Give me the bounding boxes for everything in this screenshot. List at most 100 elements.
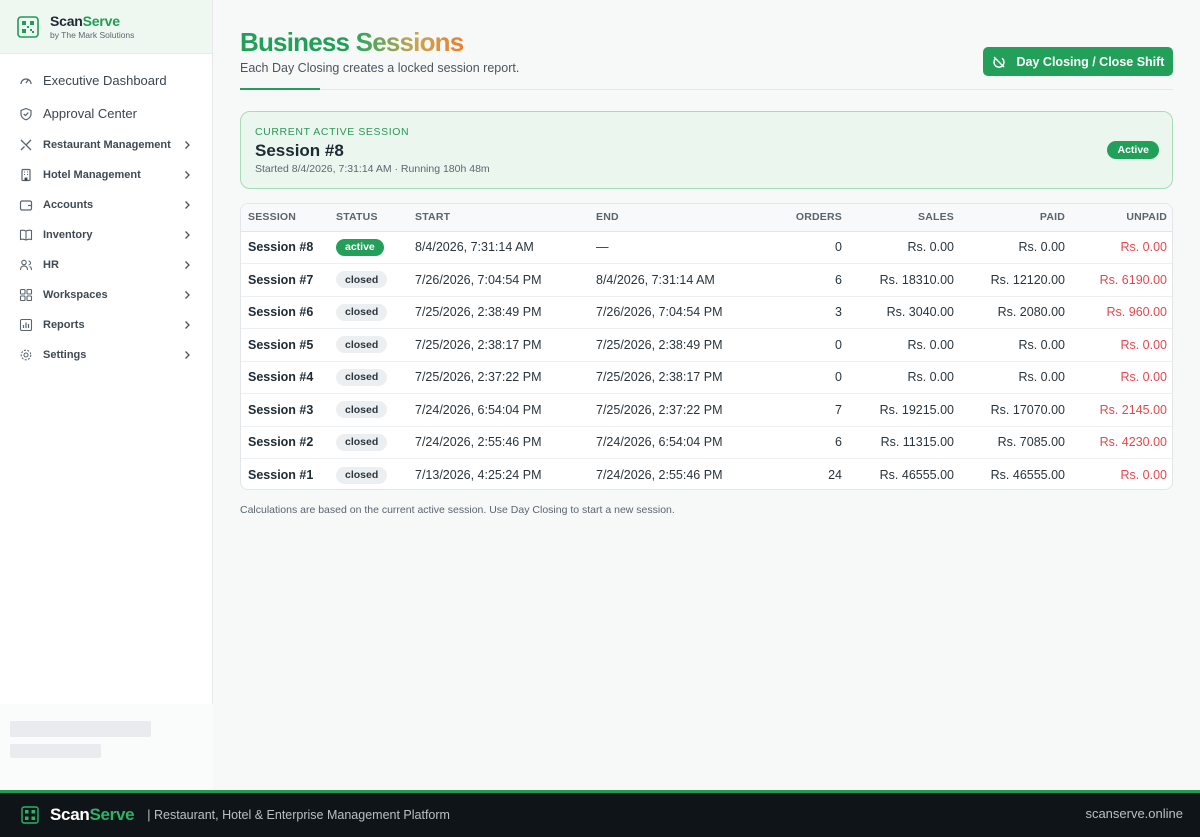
table-row[interactable]: Session #1 closed 7/13/2026, 4:25:24 PM 7/2… bbox=[241, 459, 1172, 490]
status-cell: active bbox=[336, 231, 415, 264]
column-header-end[interactable]: END bbox=[596, 204, 772, 232]
status-cell: closed bbox=[336, 393, 415, 427]
sales-cell: Rs. 11315.00 bbox=[842, 426, 954, 459]
utensils-icon bbox=[20, 139, 32, 151]
start-cell: 7/25/2026, 2:38:49 PM bbox=[415, 296, 596, 329]
sidebar-item-reports[interactable]: Reports bbox=[0, 310, 212, 340]
sidebar-item-hotel-management[interactable]: Hotel Management bbox=[0, 160, 212, 190]
start-cell: 7/25/2026, 2:38:17 PM bbox=[415, 328, 596, 362]
column-header-status[interactable]: STATUS bbox=[336, 204, 415, 232]
chevron-right-icon bbox=[185, 231, 190, 239]
sidebar-item-label: Workspaces bbox=[43, 289, 108, 301]
start-cell: 8/4/2026, 7:31:14 AM bbox=[415, 231, 596, 264]
end-cell: 7/25/2026, 2:38:49 PM bbox=[596, 328, 772, 362]
session-name-cell: Session #1 bbox=[248, 468, 314, 482]
orders-cell: 6 bbox=[772, 426, 842, 459]
sidebar-nav: Executive Dashboard Approval Center Rest… bbox=[0, 54, 212, 370]
power-off-icon bbox=[992, 56, 1005, 68]
sidebar-item-executive-dashboard[interactable]: Executive Dashboard bbox=[0, 64, 212, 97]
table-row[interactable]: Session #6 closed 7/25/2026, 2:38:49 PM 7/2… bbox=[241, 296, 1172, 329]
column-header-paid[interactable]: PAID bbox=[954, 204, 1065, 232]
sidebar-item-approval-center[interactable]: Approval Center bbox=[0, 97, 212, 130]
status-badge: closed bbox=[336, 466, 388, 484]
sidebar-item-label: Accounts bbox=[43, 199, 94, 211]
sidebar-item-settings[interactable]: Settings bbox=[0, 340, 212, 370]
chevron-right-icon bbox=[185, 321, 190, 329]
sidebar-item-label: HR bbox=[43, 259, 59, 271]
table-row[interactable]: Session #4 closed 7/25/2026, 2:37:22 PM 7/2… bbox=[241, 361, 1172, 394]
paid-cell: Rs. 0.00 bbox=[954, 328, 1065, 362]
column-header-start[interactable]: START bbox=[415, 204, 596, 232]
column-header-session[interactable]: SESSION bbox=[241, 204, 336, 232]
brand[interactable]: ScanServe by The Mark Solutions bbox=[0, 0, 212, 54]
status-cell: closed bbox=[336, 361, 415, 394]
title-accent-bar bbox=[240, 88, 320, 90]
shield-check-icon bbox=[20, 107, 32, 120]
page-subtitle: Each Day Closing creates a locked sessio… bbox=[240, 61, 520, 75]
status-badge: closed bbox=[336, 401, 388, 419]
sidebar-item-accounts[interactable]: Accounts bbox=[0, 190, 212, 220]
chart-icon bbox=[19, 318, 33, 332]
day-closing-button-label: Day Closing / Close Shift bbox=[1016, 54, 1165, 69]
status-cell: closed bbox=[336, 459, 415, 490]
users-icon bbox=[19, 259, 33, 271]
table-row[interactable]: Session #7 closed 7/26/2026, 7:04:54 PM 8/4… bbox=[241, 263, 1172, 297]
orders-cell: 0 bbox=[772, 328, 842, 362]
orders-cell: 0 bbox=[772, 361, 842, 394]
sidebar-item-workspaces[interactable]: Workspaces bbox=[0, 280, 212, 310]
status-cell: closed bbox=[336, 296, 415, 329]
divider bbox=[240, 89, 1173, 90]
sidebar-item-label: Inventory bbox=[43, 229, 93, 241]
chevron-right-icon bbox=[185, 351, 190, 359]
end-cell: 7/25/2026, 2:38:17 PM bbox=[596, 361, 772, 394]
column-header-orders[interactable]: ORDERS bbox=[772, 204, 842, 232]
table-row[interactable]: Session #8 active 8/4/2026, 7:31:14 AM —0 Rs… bbox=[241, 231, 1172, 264]
status-badge: Active bbox=[1107, 141, 1159, 159]
footer-tagline: | Restaurant, Hotel & Enterprise Managem… bbox=[147, 808, 450, 822]
status-cell: closed bbox=[336, 328, 415, 362]
start-cell: 7/13/2026, 4:25:24 PM bbox=[415, 468, 542, 482]
end-cell: — bbox=[596, 231, 772, 264]
sidebar-item-restaurant-management[interactable]: Restaurant Management bbox=[0, 130, 212, 160]
sidebar-item-inventory[interactable]: Inventory bbox=[0, 220, 212, 250]
session-name-cell: Session #3 bbox=[241, 393, 336, 427]
table-row[interactable]: Session #2 closed 7/24/2026, 2:55:46 PM 7/2… bbox=[241, 426, 1172, 459]
sidebar-item-label: Hotel Management bbox=[43, 169, 141, 181]
sidebar-item-label: Executive Dashboard bbox=[43, 73, 167, 88]
table-row[interactable]: Session #3 closed 7/24/2026, 6:54:04 PM 7/2… bbox=[241, 393, 1172, 427]
chevron-right-icon bbox=[185, 261, 190, 269]
day-closing-button[interactable]: Day Closing / Close Shift bbox=[983, 47, 1173, 76]
status-badge: closed bbox=[336, 303, 388, 321]
paid-cell: Rs. 17070.00 bbox=[954, 393, 1065, 427]
unpaid-cell: Rs. 4230.00 bbox=[1065, 426, 1172, 459]
active-session-kicker: CURRENT ACTIVE SESSION bbox=[255, 126, 410, 138]
qr-logo-icon bbox=[17, 15, 39, 38]
orders-cell: 24 bbox=[828, 468, 842, 482]
start-cell: 7/24/2026, 2:55:46 PM bbox=[415, 426, 596, 459]
sales-cell: Rs. 0.00 bbox=[842, 361, 954, 394]
unpaid-cell: Rs. 0.00 bbox=[1065, 361, 1172, 394]
footer-domain-link[interactable]: scanserve.online bbox=[1085, 806, 1183, 821]
column-header-sales[interactable]: SALES bbox=[842, 204, 954, 232]
unpaid-cell: Rs. 6190.00 bbox=[1065, 263, 1172, 297]
wallet-icon bbox=[19, 200, 33, 211]
sales-cell: Rs. 18310.00 bbox=[842, 263, 954, 297]
paid-cell: Rs. 7085.00 bbox=[954, 426, 1065, 459]
session-name-cell: Session #8 bbox=[241, 231, 336, 264]
chevron-right-icon bbox=[185, 291, 190, 299]
session-name-cell: Session #2 bbox=[241, 426, 336, 459]
end-cell: 7/25/2026, 2:37:22 PM bbox=[596, 393, 772, 427]
status-badge: closed bbox=[336, 336, 388, 354]
sidebar-item-label: Reports bbox=[43, 319, 85, 331]
end-cell: 7/24/2026, 6:54:04 PM bbox=[596, 426, 772, 459]
footnote: Calculations are based on the current ac… bbox=[240, 504, 675, 516]
footer-brand: ScanServe bbox=[50, 805, 135, 824]
table-row[interactable]: Session #5 closed 7/25/2026, 2:38:17 PM 7/2… bbox=[241, 328, 1172, 362]
paid-cell: Rs. 0.00 bbox=[954, 361, 1065, 394]
sidebar-item-hr[interactable]: HR bbox=[0, 250, 212, 280]
sessions-table: SESSION STATUS START END ORDERS SALES PA… bbox=[240, 203, 1173, 490]
sidebar-item-label: Settings bbox=[43, 349, 87, 361]
gear-icon bbox=[20, 349, 32, 361]
column-header-unpaid[interactable]: UNPAID bbox=[1065, 204, 1172, 232]
active-session-title: Session #8 bbox=[255, 141, 344, 160]
